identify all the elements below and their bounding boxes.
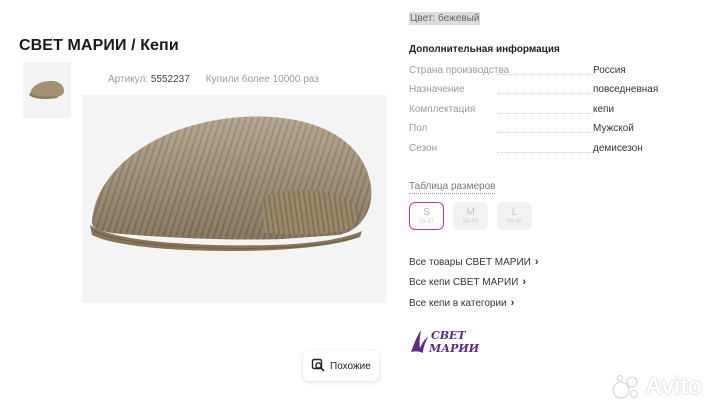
info-row-country: Страна производства Россия [409, 65, 669, 79]
chevron-right-icon: › [522, 276, 527, 288]
product-thumbnail[interactable] [23, 62, 71, 118]
product-details-column: Цвет: бежевый Дополнительная информация … [409, 0, 720, 413]
page-title: СВЕТ МАРИИ / Кепи [19, 37, 179, 54]
color-label: Цвет: бежевый [409, 12, 481, 25]
chevron-right-icon: › [510, 297, 515, 309]
info-value: кепи [593, 104, 615, 115]
info-row-purpose: Назначение повседневная [409, 84, 669, 98]
product-meta: Артикул: 5552237 Купили более 10000 раз [108, 74, 319, 85]
info-key: Страна производства [409, 65, 510, 76]
dotted-leader [497, 113, 593, 114]
brand-logo-line1: СВЕТ [431, 329, 466, 342]
dotted-leader [497, 93, 593, 94]
size-selector: S 56-57 M 58-59 L 59-60 [409, 202, 532, 230]
info-row-gender: Пол Мужской [409, 123, 669, 137]
link-all-brand-caps[interactable]: Все кепи СВЕТ МАРИИ › [409, 276, 526, 288]
size-range: 56-57 [418, 218, 435, 225]
size-range: 58-59 [462, 218, 479, 225]
product-media-column: СВЕТ МАРИИ / Кепи Артикул: 5552237 Купил… [0, 0, 400, 413]
info-value: Мужской [593, 123, 634, 134]
info-value: демисезон [593, 143, 643, 154]
watermark-text: Avito [645, 373, 702, 400]
size-option-m[interactable]: M 58-59 [453, 202, 488, 230]
size-table-link[interactable]: Таблица размеров [409, 181, 496, 194]
brand-logo[interactable]: СВЕТ МАРИИ [409, 326, 481, 361]
article: Артикул: 5552237 [108, 74, 190, 85]
link-label: Все кепи СВЕТ МАРИИ [409, 276, 519, 288]
brand-logo-line2: МАРИИ [428, 342, 480, 355]
size-option-l[interactable]: L 59-60 [497, 202, 532, 230]
link-label: Все товары СВЕТ МАРИИ [409, 256, 531, 268]
size-range: 59-60 [506, 218, 523, 225]
chevron-right-icon: › [534, 256, 539, 268]
avito-watermark: Avito [612, 373, 702, 401]
link-label: Все кепи в категории [409, 297, 507, 309]
link-all-brand-products[interactable]: Все товары СВЕТ МАРИИ › [409, 256, 539, 268]
bought-count: Купили более 10000 раз [205, 74, 319, 85]
avito-dots-icon [612, 375, 638, 399]
dotted-leader [497, 74, 593, 75]
similar-button[interactable]: Похожие [303, 351, 379, 381]
info-key: Комплектация [409, 104, 476, 115]
additional-info-title: Дополнительная информация [409, 44, 560, 55]
size-label: M [466, 206, 475, 218]
cap-photo-image [90, 116, 372, 251]
info-value: Россия [593, 65, 626, 76]
similar-button-label: Похожие [330, 360, 371, 372]
size-label: L [511, 206, 518, 218]
search-similar-icon [311, 358, 325, 375]
size-label: S [423, 206, 430, 218]
dotted-leader [497, 152, 593, 153]
product-photo[interactable] [82, 95, 386, 303]
info-key: Сезон [409, 143, 438, 154]
size-option-s[interactable]: S 56-57 [409, 202, 444, 230]
link-all-caps-category[interactable]: Все кепи в категории › [409, 297, 514, 309]
info-row-set: Комплектация кепи [409, 104, 669, 118]
info-value: повседневная [593, 84, 659, 95]
article-value: 5552237 [150, 74, 190, 85]
brand-logo-emblem [411, 330, 428, 353]
dotted-leader [497, 132, 593, 133]
info-key: Пол [409, 123, 428, 134]
info-row-season: Сезон демисезон [409, 143, 669, 157]
article-label: Артикул: [108, 74, 149, 85]
cap-thumbnail-image [29, 81, 64, 99]
info-key: Назначение [409, 84, 465, 95]
